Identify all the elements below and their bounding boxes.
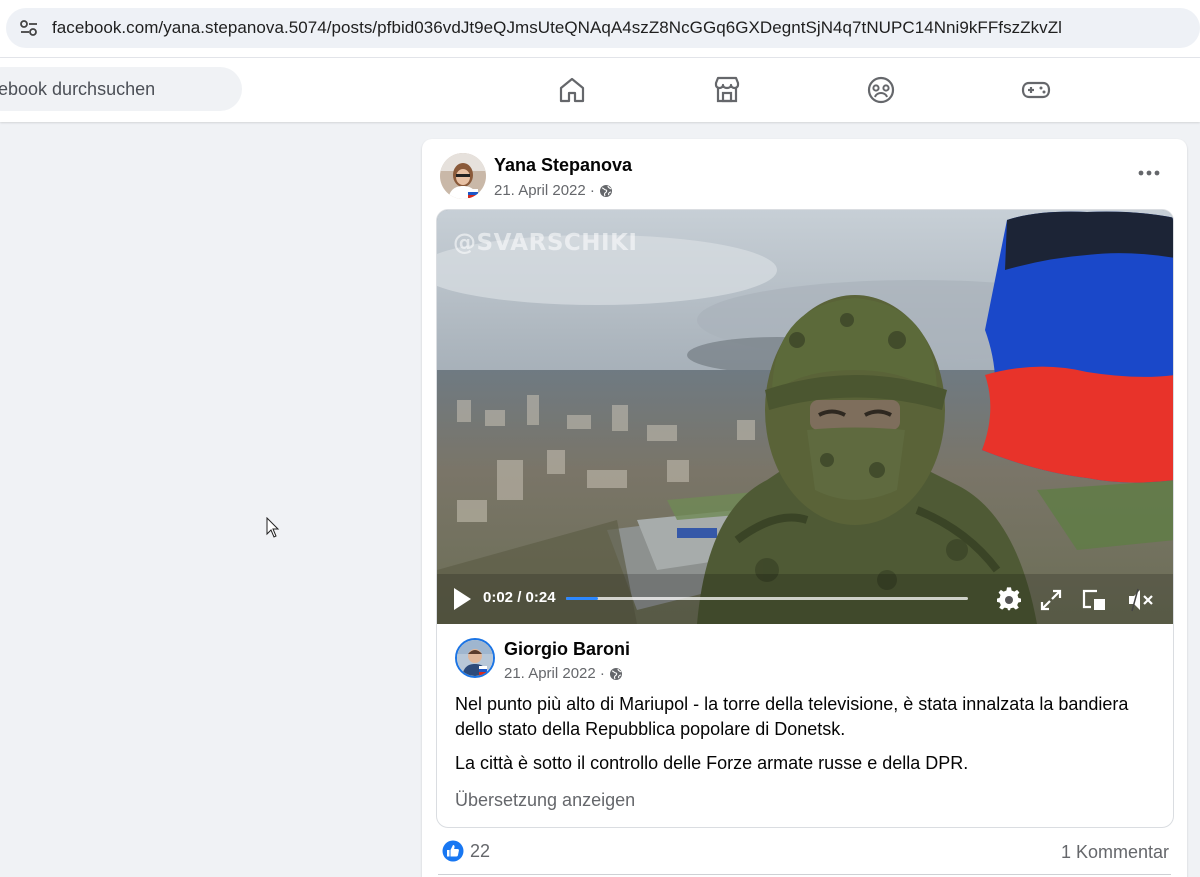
globe-icon (599, 184, 612, 197)
video-controls: 0:02 / 0:24 (437, 574, 1173, 624)
post-date[interactable]: 21. April 2022 · (494, 182, 595, 199)
post-author-name[interactable]: Yana Stepanova (494, 155, 632, 176)
browser-toolbar: facebook.com/yana.stepanova.5074/posts/p… (0, 0, 1200, 58)
video-progress-bar[interactable] (566, 597, 968, 600)
divider (438, 874, 1171, 875)
muted-speaker-icon[interactable] (1127, 586, 1155, 614)
gaming-icon[interactable] (1014, 70, 1058, 110)
like-count: 22 (470, 840, 491, 861)
author-avatar[interactable] (440, 153, 486, 199)
address-bar[interactable]: facebook.com/yana.stepanova.5074/posts/p… (6, 8, 1200, 48)
video-player[interactable]: @SVARSCHIKI 0:02 / 0:24 (437, 210, 1173, 624)
post-paragraph: La città è sotto il controllo delle Forz… (455, 753, 969, 773)
shared-post: @SVARSCHIKI 0:02 / 0:24 Giorgio Baroni 2… (436, 209, 1174, 828)
post-card: Yana Stepanova 21. April 2022 · @SVARSCH… (422, 139, 1187, 877)
video-frame (437, 210, 1173, 624)
url-text[interactable]: facebook.com/yana.stepanova.5074/posts/p… (52, 18, 1062, 38)
play-icon[interactable] (451, 586, 473, 612)
search-box[interactable] (0, 67, 242, 111)
comments-count-link[interactable]: 1 Kommentar (1061, 842, 1169, 863)
picture-in-picture-icon[interactable] (1080, 586, 1108, 614)
groups-icon[interactable] (859, 70, 903, 110)
shared-post-date[interactable]: 21. April 2022 · (504, 665, 605, 682)
shared-author-avatar[interactable] (455, 638, 495, 678)
post-paragraph: Nel punto più alto di Mariupol - la torr… (455, 694, 1129, 739)
more-dots-icon (1138, 170, 1160, 176)
mouse-cursor-icon (266, 517, 280, 538)
video-progress-fill (566, 597, 599, 600)
video-watermark: @SVARSCHIKI (453, 230, 638, 256)
video-time: 0:02 / 0:24 (483, 589, 556, 606)
home-icon[interactable] (550, 70, 594, 110)
settings-gear-icon[interactable] (995, 586, 1023, 614)
post-meta: 21. April 2022 · (494, 182, 613, 199)
fullscreen-icon[interactable] (1037, 586, 1065, 614)
shared-author-name[interactable]: Giorgio Baroni (504, 639, 630, 660)
like-icon (442, 840, 464, 862)
see-translation-link[interactable]: Übersetzung anzeigen (455, 790, 635, 811)
globe-icon (609, 667, 622, 680)
post-options-button[interactable] (1131, 161, 1167, 185)
search-input[interactable] (0, 78, 228, 100)
reactions-summary[interactable]: 22 (442, 840, 490, 862)
site-settings-icon[interactable] (6, 8, 52, 48)
marketplace-icon[interactable] (705, 70, 749, 110)
post-text: Nel punto più alto di Mariupol - la torr… (455, 692, 1155, 785)
facebook-header (0, 58, 1200, 122)
shared-post-meta: 21. April 2022 · (504, 665, 623, 682)
